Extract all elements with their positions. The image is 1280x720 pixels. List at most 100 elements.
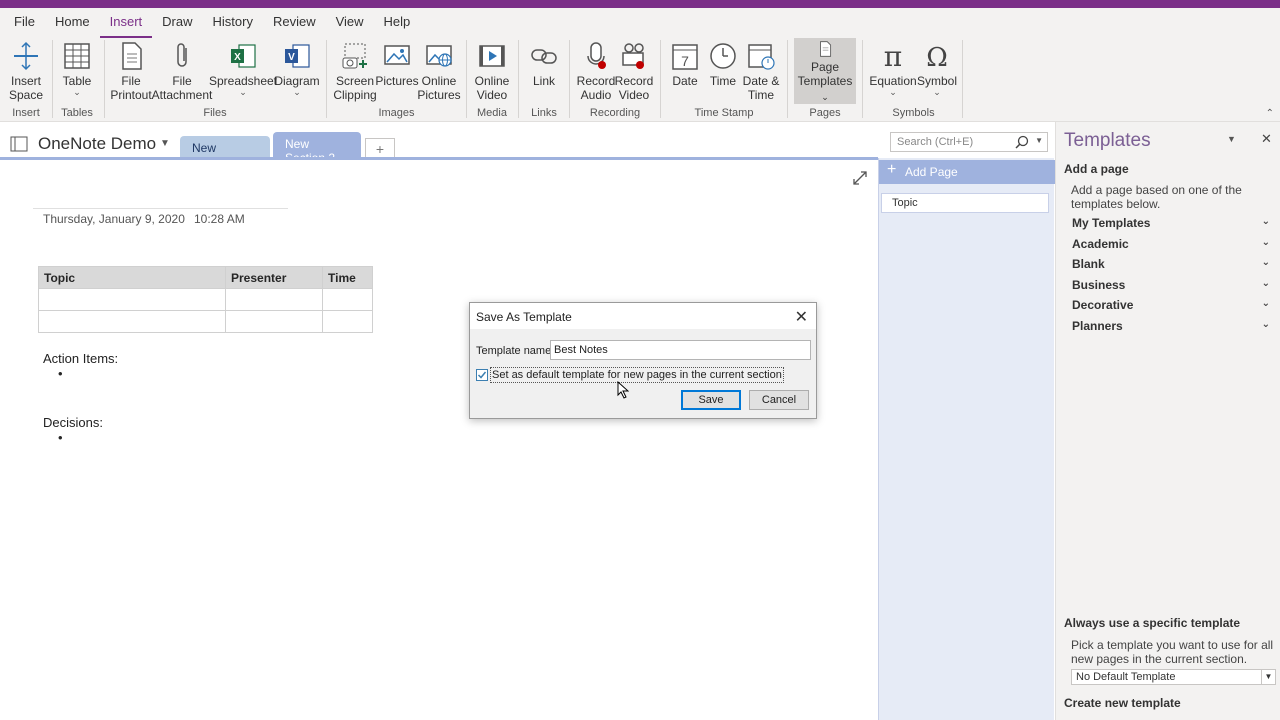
table-cell[interactable] bbox=[322, 310, 373, 333]
menu-home[interactable]: Home bbox=[45, 8, 100, 38]
table-cell[interactable] bbox=[225, 288, 323, 311]
file-printout-button[interactable]: File Printout bbox=[110, 40, 152, 102]
online-pictures-label-1: Online bbox=[421, 74, 457, 88]
bullet-point[interactable]: • bbox=[58, 366, 63, 381]
file-attachment-button[interactable]: File Attachment bbox=[152, 40, 212, 102]
menu-draw[interactable]: Draw bbox=[152, 8, 202, 38]
expand-icon[interactable] bbox=[852, 170, 868, 186]
cancel-button[interactable]: Cancel bbox=[749, 390, 809, 410]
screen-clipping-icon bbox=[342, 43, 367, 69]
video-icon bbox=[479, 45, 505, 67]
dialog-title-bar: Save As Template ✕ bbox=[470, 303, 816, 329]
page-canvas[interactable] bbox=[0, 160, 878, 720]
pictures-button[interactable]: Pictures bbox=[375, 40, 419, 102]
default-template-checkbox-label[interactable]: Set as default template for new pages in… bbox=[490, 367, 784, 383]
default-template-select[interactable]: No Default Template ▼ bbox=[1071, 669, 1276, 685]
spreadsheet-button[interactable]: X Spreadsheet ⌄ bbox=[209, 40, 277, 102]
equation-button[interactable]: π Equation ⌄ bbox=[869, 40, 917, 102]
record-audio-button[interactable]: Record Audio bbox=[576, 40, 616, 102]
menu-view[interactable]: View bbox=[326, 8, 374, 38]
search-icon[interactable] bbox=[1015, 135, 1029, 149]
link-button[interactable]: Link bbox=[526, 40, 562, 102]
date-time-button[interactable]: Date & Time bbox=[741, 40, 781, 102]
group-label-tables: Tables bbox=[61, 107, 93, 119]
category-academic[interactable]: Academic ⌄ bbox=[1072, 237, 1272, 251]
add-page-button[interactable]: + Add Page bbox=[879, 160, 1055, 184]
menu-insert[interactable]: Insert bbox=[99, 8, 153, 38]
chevron-down-icon[interactable]: ▼ bbox=[1035, 136, 1043, 145]
page-title-line[interactable] bbox=[33, 208, 288, 209]
link-icon bbox=[531, 49, 557, 64]
screen-clipping-label-1: Screen bbox=[335, 74, 375, 88]
always-use-description: Pick a template you want to use for all … bbox=[1071, 638, 1274, 666]
online-pictures-button[interactable]: Online Pictures bbox=[417, 40, 461, 102]
chevron-down-icon[interactable]: ▼ bbox=[160, 138, 170, 149]
table-row bbox=[38, 288, 373, 311]
page-time: 10:28 AM bbox=[194, 212, 245, 226]
online-picture-icon bbox=[426, 45, 452, 67]
search-input[interactable]: Search (Ctrl+E) ▼ bbox=[890, 132, 1048, 152]
templates-pane: Templates ▼ ✕ Add a page Add a page base… bbox=[1055, 122, 1280, 720]
time-button[interactable]: Time bbox=[705, 40, 741, 102]
close-icon[interactable]: ✕ bbox=[795, 307, 808, 327]
category-my-templates[interactable]: My Templates ⌄ bbox=[1072, 216, 1272, 230]
menu-file[interactable]: File bbox=[0, 8, 45, 38]
save-button[interactable]: Save bbox=[681, 390, 741, 410]
screen-clipping-button[interactable]: Screen Clipping bbox=[333, 40, 377, 102]
group-label-pages: Pages bbox=[809, 107, 841, 119]
notebook-icon[interactable] bbox=[10, 136, 28, 152]
table-cell[interactable] bbox=[322, 288, 373, 311]
online-video-button[interactable]: Online Video bbox=[472, 40, 512, 102]
collapse-ribbon-icon[interactable]: ⌃ bbox=[1266, 108, 1274, 119]
symbol-button[interactable]: Ω Symbol ⌄ bbox=[917, 40, 957, 102]
group-label-links: Links bbox=[531, 107, 557, 119]
page-templates-button[interactable]: Page Templates ⌄ bbox=[794, 38, 856, 104]
equation-label: Equation bbox=[869, 74, 917, 88]
online-video-label-2: Video bbox=[476, 88, 508, 102]
menu-history[interactable]: History bbox=[203, 8, 263, 38]
category-blank[interactable]: Blank ⌄ bbox=[1072, 257, 1272, 271]
notebook-title[interactable]: OneNote Demo bbox=[38, 134, 156, 154]
diagram-label: Diagram bbox=[274, 74, 320, 88]
chevron-down-icon[interactable]: ▼ bbox=[1227, 134, 1236, 144]
page-item-topic[interactable]: Topic bbox=[881, 193, 1049, 213]
header-presenter[interactable]: Presenter bbox=[225, 266, 323, 289]
chevron-down-icon: ⌄ bbox=[1261, 257, 1270, 268]
clock-icon bbox=[710, 43, 736, 69]
table-cell[interactable] bbox=[38, 288, 226, 311]
pictures-label: Pictures bbox=[375, 74, 419, 88]
tab-new-section-2[interactable]: New Section 2 bbox=[273, 132, 361, 165]
action-items-label[interactable]: Action Items: bbox=[43, 351, 118, 366]
close-icon[interactable]: ✕ bbox=[1261, 131, 1272, 147]
chevron-down-icon: ⌄ bbox=[821, 92, 829, 102]
insert-space-button[interactable]: Insert Space bbox=[8, 40, 44, 102]
category-decorative[interactable]: Decorative ⌄ bbox=[1072, 298, 1272, 312]
bullet-point[interactable]: • bbox=[58, 430, 63, 445]
category-business[interactable]: Business ⌄ bbox=[1072, 278, 1272, 292]
diagram-button[interactable]: V Diagram ⌄ bbox=[274, 40, 320, 102]
insert-space-icon bbox=[14, 41, 38, 71]
header-topic[interactable]: Topic bbox=[38, 266, 226, 289]
title-bar bbox=[0, 0, 1280, 8]
table-cell[interactable] bbox=[225, 310, 323, 333]
header-time[interactable]: Time bbox=[322, 266, 373, 289]
svg-text:X: X bbox=[234, 52, 241, 63]
table-button[interactable]: Table ⌄ bbox=[58, 40, 96, 102]
decisions-label[interactable]: Decisions: bbox=[43, 415, 103, 430]
date-time-label-2: Time bbox=[747, 88, 775, 102]
default-template-checkbox[interactable] bbox=[476, 369, 488, 381]
menu-review[interactable]: Review bbox=[263, 8, 326, 38]
category-label: Business bbox=[1072, 278, 1126, 292]
menu-help[interactable]: Help bbox=[374, 8, 421, 38]
group-separator bbox=[466, 40, 467, 118]
record-video-button[interactable]: Record Video bbox=[614, 40, 654, 102]
svg-text:Ω: Ω bbox=[926, 43, 948, 72]
chevron-down-icon: ⌄ bbox=[73, 87, 81, 97]
table-cell[interactable] bbox=[38, 310, 226, 333]
template-name-input[interactable] bbox=[550, 340, 811, 360]
chevron-down-icon: ▼ bbox=[1261, 670, 1275, 684]
record-video-label-1: Record bbox=[614, 74, 654, 88]
topic-table[interactable]: Topic Presenter Time bbox=[38, 266, 373, 333]
category-planners[interactable]: Planners ⌄ bbox=[1072, 319, 1272, 333]
date-button[interactable]: 7 Date bbox=[667, 40, 703, 102]
